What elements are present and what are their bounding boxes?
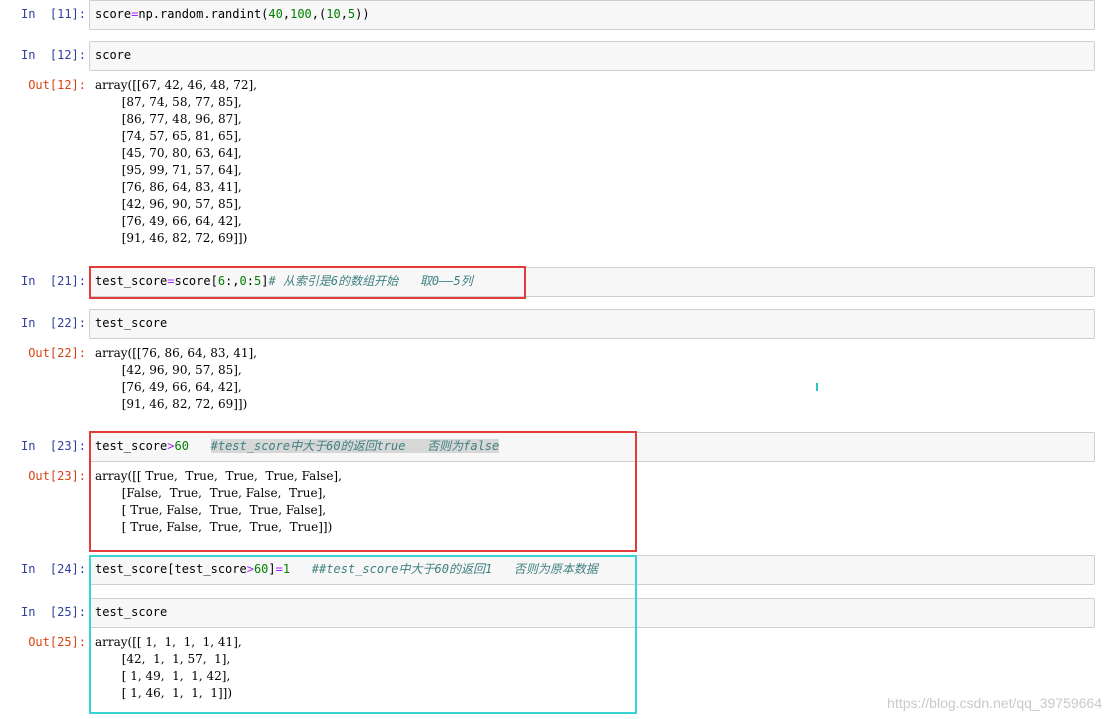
cell-23-out-prompt: Out[23]: (28, 469, 86, 483)
cell-22-code[interactable]: test_score (95, 315, 167, 332)
watermark: https://blog.csdn.net/qq_39759664 (887, 695, 1102, 711)
cell-12-code[interactable]: score (95, 47, 131, 64)
cell-25-out-prompt: Out[25]: (28, 635, 86, 649)
cell-21-in-prompt: In [21]: (20, 274, 86, 288)
annotation-red-box-23 (89, 431, 637, 552)
cell-11-in-prompt: In [11]: (20, 7, 86, 21)
annotation-cyan-box-24-25 (89, 555, 637, 714)
cell-22-output: array([[76, 86, 64, 83, 41], [42, 96, 90… (95, 346, 257, 411)
cell-22-out-prompt: Out[22]: (28, 346, 86, 360)
cell-12-in-prompt: In [12]: (20, 48, 86, 62)
cell-22-input[interactable] (89, 309, 1095, 339)
cell-11-code[interactable]: score=np.random.randint(40,100,(10,5)) (95, 6, 370, 23)
cell-25-in-prompt: In [25]: (20, 605, 86, 619)
cell-22-in-prompt: In [22]: (20, 316, 86, 330)
cell-23-in-prompt: In [23]: (20, 439, 86, 453)
text-cursor (816, 383, 818, 391)
cell-12-output: array([[67, 42, 46, 48, 72], [87, 74, 58… (95, 78, 257, 245)
cell-12-out-prompt: Out[12]: (28, 78, 86, 92)
cell-12-input[interactable] (89, 41, 1095, 71)
cell-24-in-prompt: In [24]: (20, 562, 86, 576)
annotation-red-box-21 (89, 266, 526, 299)
